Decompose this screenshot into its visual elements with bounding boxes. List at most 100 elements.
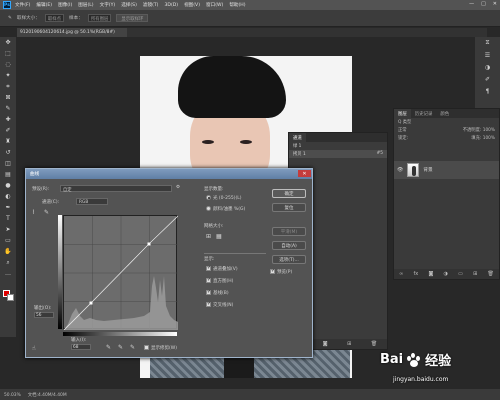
tab-history[interactable]: 历史记录 <box>411 109 437 118</box>
dodge-tool-icon[interactable]: ◐ <box>0 191 16 202</box>
tab-layers[interactable]: 图层 <box>394 109 411 118</box>
preview-checkbox[interactable]: 预览(P) <box>270 268 292 275</box>
tab-channels[interactable]: 通道 <box>289 133 306 142</box>
opacity-field[interactable]: 不透明度: 100% <box>463 127 495 133</box>
intersection-line-checkbox[interactable]: 交叉线(N) <box>206 301 233 308</box>
more-tools-icon[interactable]: … <box>0 268 16 279</box>
channel-row[interactable]: 拷贝 1 #5 <box>289 150 387 158</box>
adjustment-layer-icon[interactable]: ◑ <box>444 271 448 277</box>
history-brush-tool-icon[interactable]: ↺ <box>0 147 16 158</box>
input-field[interactable]: 68 <box>71 344 91 350</box>
fill-field[interactable]: 填充: 100% <box>471 135 495 141</box>
dialog-close-button[interactable]: ✕ <box>298 170 311 177</box>
curve-edit-icon[interactable]: ⌇ <box>32 209 35 216</box>
stamp-tool-icon[interactable]: ♜ <box>0 136 16 147</box>
zoom-level[interactable]: 50.03% <box>4 393 21 398</box>
histogram-checkbox[interactable]: 直方图(H) <box>206 277 233 284</box>
layer-kind-filter[interactable]: Q 类型 <box>398 119 411 125</box>
blur-tool-icon[interactable]: ● <box>0 180 16 191</box>
menu-layer[interactable]: 图层(L) <box>78 2 93 8</box>
simple-grid-icon[interactable]: ⊞ <box>206 233 211 240</box>
hand-tool-icon[interactable]: ✋ <box>0 246 16 257</box>
save-selection-icon[interactable]: ◙ <box>323 341 328 347</box>
new-channel-icon[interactable]: ⊞ <box>347 341 351 347</box>
pen-tool-icon[interactable]: ✒ <box>0 202 16 213</box>
eyedropper-tool-icon[interactable]: ✎ <box>0 103 16 114</box>
channel-overlay-checkbox[interactable]: 通道叠加(V) <box>206 265 238 272</box>
brush-panel-icon[interactable]: ✐ <box>475 73 500 85</box>
reset-button[interactable]: 复位 <box>272 203 306 212</box>
channel-select[interactable]: RGB <box>76 198 108 205</box>
type-tool-icon[interactable]: T <box>0 213 16 224</box>
sample-select[interactable]: 所有图层 <box>87 14 112 22</box>
brush-tool-icon[interactable]: ✐ <box>0 125 16 136</box>
light-radio[interactable]: 光 (0-255)(L) <box>206 195 242 201</box>
layer-row-background[interactable]: 👁 背景 <box>394 161 499 179</box>
menu-select[interactable]: 选择(S) <box>121 2 137 8</box>
shape-tool-icon[interactable]: ▭ <box>0 235 16 246</box>
maximize-button[interactable]: □ <box>481 1 486 7</box>
menu-window[interactable]: 窗口(W) <box>206 2 223 8</box>
history-panel-icon[interactable]: ⧖ <box>475 37 500 49</box>
layer-mask-icon[interactable]: ◙ <box>428 271 433 277</box>
options-button[interactable]: 选项(T)... <box>272 255 306 264</box>
document-tab[interactable]: 9120190604120614.jpg @ 50.1%(RGB/8#) <box>17 28 127 37</box>
eyedropper-icon[interactable]: ✎ <box>8 16 12 21</box>
show-sampling-ring-checkbox[interactable]: 显示取样环 <box>116 14 149 22</box>
auto-button[interactable]: 自动(A) <box>272 241 306 250</box>
menu-type[interactable]: 文字(Y) <box>100 2 116 8</box>
healing-tool-icon[interactable]: ✚ <box>0 114 16 125</box>
quick-select-tool-icon[interactable]: ✦ <box>0 70 16 81</box>
target-adjust-icon[interactable]: ☝ <box>32 345 36 352</box>
frame-tool-icon[interactable]: ⊠ <box>0 92 16 103</box>
move-tool-icon[interactable]: ✥ <box>0 37 16 48</box>
ok-button[interactable]: 确定 <box>272 189 306 198</box>
curve-graph[interactable] <box>63 215 179 331</box>
pigment-radio[interactable]: 颜料/油墨 %(G) <box>206 206 245 212</box>
baseline-checkbox[interactable]: 基线(B) <box>206 289 229 296</box>
menu-filter[interactable]: 滤镜(T) <box>143 2 159 8</box>
minimize-button[interactable]: — <box>469 1 474 7</box>
curve-point[interactable] <box>89 301 93 305</box>
eraser-tool-icon[interactable]: ◫ <box>0 158 16 169</box>
crop-tool-icon[interactable]: ⌗ <box>0 81 16 92</box>
adjustments-panel-icon[interactable]: ◑ <box>475 61 500 73</box>
preset-options-gear-icon[interactable]: ⚙ <box>176 185 180 190</box>
tab-color[interactable]: 颜色 <box>436 109 453 118</box>
delete-layer-icon[interactable]: 🗑 <box>488 271 494 277</box>
white-point-eyedropper-icon[interactable]: ✎ <box>130 344 135 351</box>
close-button[interactable]: ✕ <box>493 1 497 7</box>
detailed-grid-icon[interactable]: ▦ <box>216 233 222 240</box>
marquee-tool-icon[interactable]: ⬚ <box>0 48 16 59</box>
link-layers-icon[interactable]: ∞ <box>399 271 403 277</box>
menu-view[interactable]: 视图(V) <box>184 2 200 8</box>
properties-panel-icon[interactable]: ☰ <box>475 49 500 61</box>
background-color-swatch[interactable] <box>7 294 14 301</box>
path-select-tool-icon[interactable]: ➤ <box>0 224 16 235</box>
sample-size-select[interactable]: 取样点 <box>44 14 65 22</box>
smooth-button[interactable]: 平滑(M) <box>272 227 306 236</box>
zoom-tool-icon[interactable]: ⌕ <box>0 257 16 268</box>
lasso-tool-icon[interactable]: ◌ <box>0 59 16 70</box>
menu-image[interactable]: 图像(I) <box>58 2 72 8</box>
layer-style-icon[interactable]: fx <box>414 271 419 277</box>
curve-point[interactable] <box>147 242 151 246</box>
pencil-draw-icon[interactable]: ✎ <box>44 209 49 216</box>
black-point-eyedropper-icon[interactable]: ✎ <box>106 344 111 351</box>
new-layer-icon[interactable]: ⊞ <box>473 271 477 277</box>
preset-select[interactable]: 自定 <box>60 185 172 193</box>
show-clipping-checkbox[interactable]: 显示修剪(W) <box>144 345 177 351</box>
gradient-tool-icon[interactable]: ▤ <box>0 169 16 180</box>
layer-filter-row[interactable]: Q 类型 <box>394 118 499 126</box>
group-icon[interactable]: ▭ <box>458 271 463 277</box>
paragraph-panel-icon[interactable]: ¶ <box>475 85 500 97</box>
menu-help[interactable]: 帮助(H) <box>229 2 245 8</box>
menu-file[interactable]: 文件(F) <box>15 2 30 8</box>
gray-point-eyedropper-icon[interactable]: ✎ <box>118 344 123 351</box>
output-field[interactable]: 56 <box>34 312 54 318</box>
channel-row[interactable]: 绿 1 <box>289 142 387 150</box>
delete-channel-icon[interactable]: 🗑 <box>371 341 377 347</box>
visibility-eye-icon[interactable]: 👁 <box>397 167 403 173</box>
blend-mode-select[interactable]: 正常 <box>398 127 407 133</box>
menu-edit[interactable]: 编辑(E) <box>36 2 52 8</box>
